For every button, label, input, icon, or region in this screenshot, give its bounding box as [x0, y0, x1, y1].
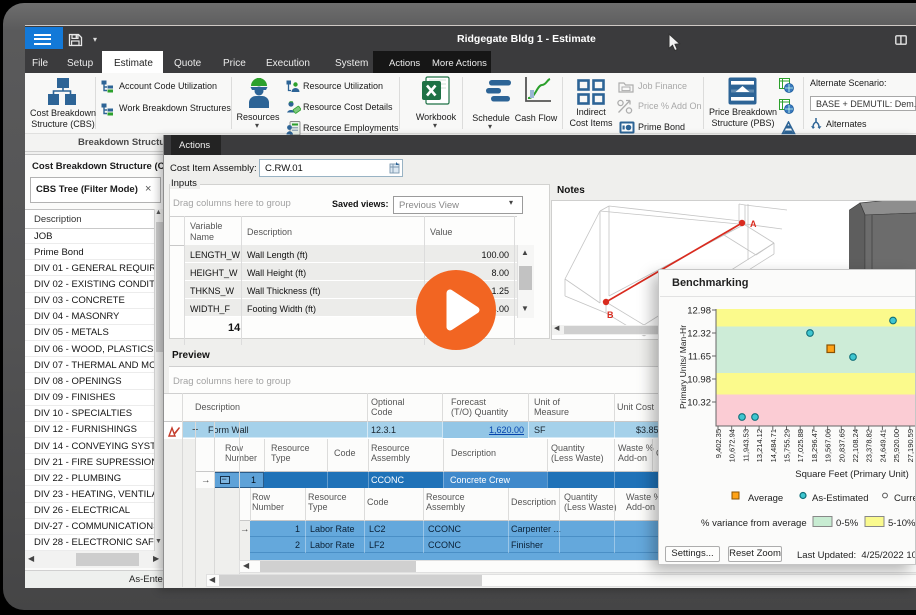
svg-text:0-5%: 0-5%	[836, 518, 859, 529]
svg-text:11,943.53: 11,943.53	[741, 429, 750, 462]
svg-text:10.98: 10.98	[687, 375, 711, 386]
svg-text:12.32: 12.32	[687, 329, 711, 340]
svg-text:11.65: 11.65	[688, 352, 711, 363]
svg-text:17,025.88: 17,025.88	[796, 429, 805, 462]
svg-text:27,190.59: 27,190.59	[906, 429, 915, 462]
svg-text:13,214.12: 13,214.12	[755, 429, 764, 462]
svg-text:19,567.06: 19,567.06	[824, 429, 833, 462]
svg-text:20,837.65: 20,837.65	[837, 429, 846, 462]
svg-text:12.98: 12.98	[687, 306, 711, 317]
svg-text:9,402.35: 9,402.35	[714, 429, 723, 458]
svg-text:10,672.94: 10,672.94	[728, 429, 737, 462]
svg-text:10.32: 10.32	[687, 398, 711, 409]
svg-text:24,649.41: 24,649.41	[878, 429, 887, 462]
svg-text:Average: Average	[748, 493, 783, 504]
svg-text:% variance from average: % variance from average	[701, 518, 807, 529]
svg-text:18,296.47: 18,296.47	[810, 429, 819, 462]
svg-text:Curre: Curre	[894, 493, 916, 504]
svg-text:22,108.24: 22,108.24	[851, 429, 860, 462]
svg-text:B: B	[607, 310, 614, 320]
svg-text:As-Estimated: As-Estimated	[812, 493, 869, 504]
svg-text:14,484.71: 14,484.71	[769, 429, 778, 462]
svg-text:15,755.29: 15,755.29	[783, 429, 792, 462]
svg-text:Square Feet (Primary Unit): Square Feet (Primary Unit)	[795, 469, 909, 480]
svg-text:Primary Units/ Man-Hr: Primary Units/ Man-Hr	[678, 325, 688, 409]
svg-text:23,378.82: 23,378.82	[865, 429, 874, 462]
svg-text:A: A	[750, 219, 757, 229]
svg-text:25,920.00: 25,920.00	[892, 429, 901, 462]
svg-text:5-10%: 5-10%	[888, 518, 916, 529]
